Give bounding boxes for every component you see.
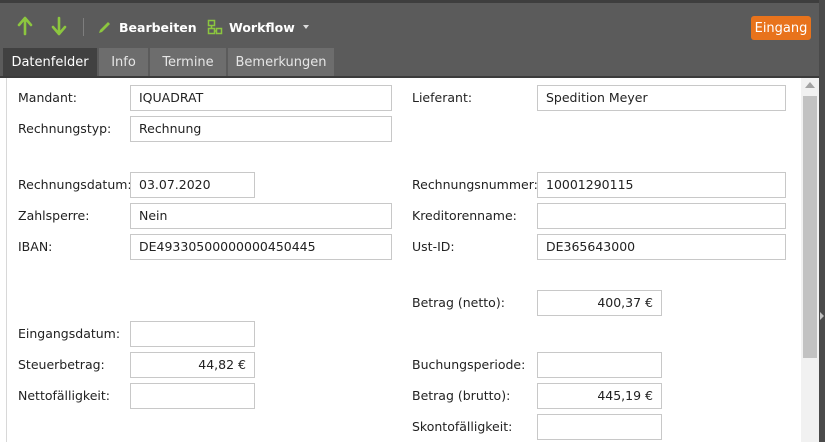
lieferant-field[interactable]: Spedition Meyer [537, 85, 786, 111]
rechnungstyp-label: Rechnungstyp: [18, 121, 112, 136]
mandant-field[interactable]: IQUADRAT [130, 85, 392, 111]
ustid-label: Ust-ID: [412, 239, 455, 254]
tab-bemerkungen[interactable]: Bemerkungen [228, 48, 334, 76]
kreditorenname-field[interactable] [537, 203, 786, 229]
buchungsperiode-label: Buchungsperiode: [412, 357, 526, 372]
tab-datenfelder[interactable]: Datenfelder [3, 48, 97, 76]
tab-bar: Datenfelder Info Termine Bemerkungen [0, 48, 825, 78]
rechnungsdatum-label: Rechnungsdatum: [18, 177, 132, 192]
toolbar-separator [83, 18, 84, 36]
chevron-right-icon[interactable] [820, 312, 824, 320]
status-badge: Eingang [751, 16, 811, 40]
betrag-netto-label: Betrag (netto): [412, 295, 505, 310]
nettofaelligkeit-label: Nettofälligkeit: [18, 388, 110, 403]
betrag-brutto-field[interactable]: 445,19 € [537, 383, 662, 409]
skontofaelligkeit-label: Skontofälligkeit: [412, 419, 513, 434]
arrow-up-icon[interactable] [16, 16, 34, 36]
tab-info[interactable]: Info [99, 48, 148, 76]
buchungsperiode-field[interactable] [537, 352, 662, 378]
chevron-down-icon [302, 25, 309, 29]
side-panel-edge [819, 0, 825, 442]
rechnungsnummer-field[interactable]: 10001290115 [537, 172, 786, 198]
tab-termine[interactable]: Termine [150, 48, 226, 76]
iban-label: IBAN: [18, 239, 53, 254]
kreditorenname-label: Kreditorenname: [412, 208, 517, 223]
toolbar: Bearbeiten Workflow Eingang [0, 0, 825, 48]
scroll-up-arrow-icon[interactable] [805, 82, 815, 88]
workflow-button[interactable]: Workflow [207, 15, 313, 39]
edit-button[interactable]: Bearbeiten [97, 15, 197, 39]
betrag-brutto-label: Betrag (brutto): [412, 388, 511, 403]
nettofaelligkeit-field[interactable] [130, 383, 255, 409]
steuerbetrag-label: Steuerbetrag: [18, 357, 105, 372]
rechnungstyp-field[interactable]: Rechnung [130, 116, 392, 142]
zahlsperre-field[interactable]: Nein [130, 203, 392, 229]
workflow-button-label: Workflow [229, 19, 295, 35]
edit-button-label: Bearbeiten [119, 19, 197, 35]
mandant-label: Mandant: [18, 90, 77, 105]
workflow-icon [207, 19, 223, 35]
iban-field[interactable]: DE49330500000000450445 [130, 234, 392, 260]
ustid-field[interactable]: DE365643000 [537, 234, 786, 260]
eingangsdatum-label: Eingangsdatum: [18, 326, 121, 341]
steuerbetrag-field[interactable]: 44,82 € [130, 352, 255, 378]
lieferant-label: Lieferant: [412, 90, 473, 105]
content-border [6, 78, 7, 442]
pencil-icon [99, 22, 110, 33]
rechnungsnummer-label: Rechnungsnummer: [412, 177, 538, 192]
rechnungsdatum-field[interactable]: 03.07.2020 [130, 172, 255, 198]
zahlsperre-label: Zahlsperre: [18, 208, 90, 223]
betrag-netto-field[interactable]: 400,37 € [537, 290, 662, 316]
skontofaelligkeit-field[interactable] [537, 414, 662, 440]
eingangsdatum-field[interactable] [130, 321, 255, 347]
scrollbar-thumb[interactable] [803, 96, 817, 358]
arrow-down-icon[interactable] [50, 16, 68, 36]
